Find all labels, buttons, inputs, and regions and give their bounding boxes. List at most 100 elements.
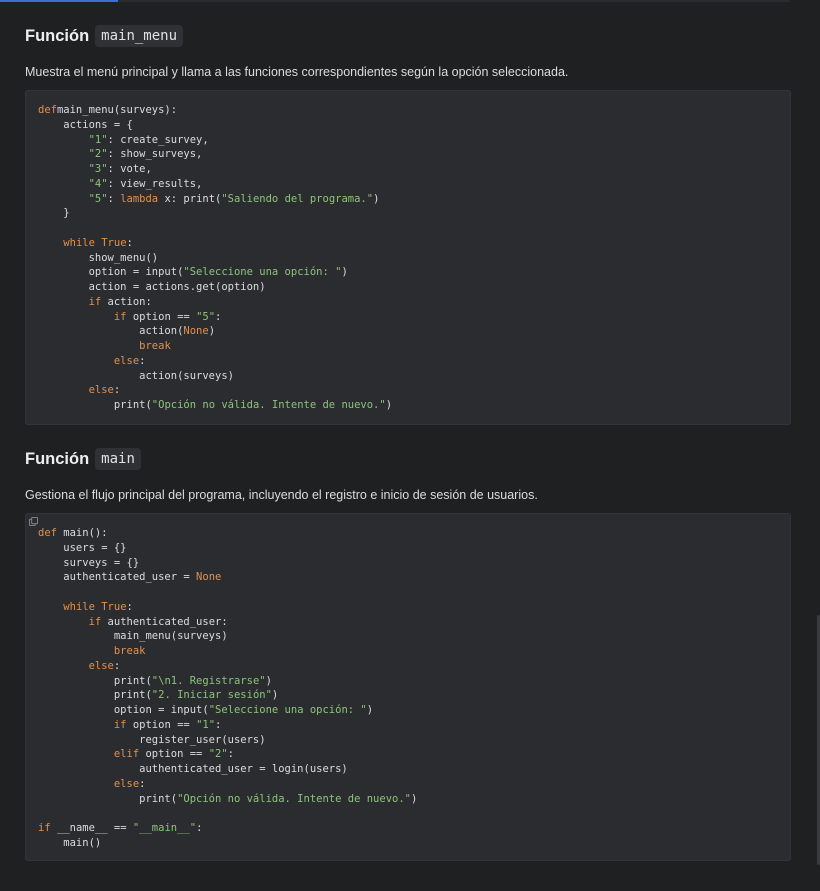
code-token: :	[196, 822, 203, 834]
code-token: register_user(users)	[38, 733, 266, 746]
code-token: "Seleccione una opción: "	[208, 704, 367, 716]
heading-word: Función	[25, 449, 90, 468]
code-token: )	[271, 689, 279, 702]
code-token: print(	[38, 674, 152, 687]
copy-icon[interactable]	[29, 517, 38, 526]
code-token: print(	[38, 792, 178, 805]
code-token: "4"	[88, 177, 108, 190]
code-token: "Seleccione una opción: "	[183, 266, 342, 279]
code-token: )	[385, 399, 393, 411]
code-line: authenticated_user = login(users)	[38, 763, 348, 775]
code-line: while True:	[38, 237, 133, 249]
heading-code: main	[95, 448, 141, 470]
code-line: if action:	[38, 296, 152, 308]
code-token: main()	[38, 836, 102, 849]
code-line: if authenticated_user:	[38, 616, 228, 628]
code-token: authenticated_user:	[101, 615, 228, 628]
code-token: surveys = {}	[38, 556, 140, 569]
code-token: if	[88, 295, 102, 308]
code-line: else:	[38, 777, 146, 790]
code-token: )	[373, 192, 380, 205]
section-description: Muestra el menú principal y llama a las …	[25, 65, 569, 79]
code-token: else	[88, 659, 114, 672]
code-block-main-menu[interactable]: defmain_menu(surveys): actions = { "1" : …	[25, 90, 791, 425]
section-main-menu: Función main_menu Muestra el menú princi…	[25, 24, 791, 79]
code-line: elif option == "2":	[38, 748, 234, 760]
code-line: option = input("Seleccione una opción: "…	[38, 266, 348, 278]
code-token: )	[341, 266, 348, 279]
code-line: main_menu(surveys)	[38, 630, 228, 642]
code-token: main():	[56, 527, 108, 539]
code-token: actions = {	[38, 118, 133, 131]
heading-word: Función	[25, 26, 90, 45]
code-token: print(	[38, 399, 152, 411]
code-token: :	[215, 718, 222, 731]
code-line: break	[38, 645, 146, 657]
code-token: )	[410, 792, 418, 805]
code-token: "1"	[196, 718, 216, 731]
code-line: if option == "1":	[38, 718, 222, 731]
code-token: :	[215, 310, 222, 323]
code-token: : view_results,	[107, 177, 203, 190]
code-line: register_user(users)	[38, 733, 266, 746]
code-token: print(	[38, 689, 152, 702]
code-line: print("Opción no válida. Intente de nuev…	[38, 399, 392, 411]
code-line: actions = {	[38, 119, 133, 131]
code-token: :	[113, 384, 121, 397]
code-line: if __name__ == "__main__":	[38, 822, 202, 834]
code-token: if	[113, 718, 127, 731]
code-token: :	[139, 777, 146, 790]
code-token: option = input(	[38, 704, 209, 716]
code-block-main[interactable]: def main(): users = {} surveys = {} auth…	[25, 513, 791, 861]
code-token: )	[208, 325, 216, 338]
code-token: if	[38, 822, 51, 834]
code-line: "4": view_results,	[38, 177, 203, 190]
code-token: elif	[113, 748, 140, 761]
code-token: : vote,	[107, 163, 152, 175]
code-content[interactable]: def main(): users = {} surveys = {} auth…	[26, 514, 790, 851]
code-token: "1"	[88, 133, 108, 146]
code-token: __name__ ==	[50, 822, 133, 834]
code-token: option ==	[139, 748, 209, 761]
code-token: else	[113, 777, 140, 790]
code-line: }	[38, 207, 69, 219]
code-token: action:	[101, 295, 152, 308]
code-token: "Opción no válida. Intente de nuevo."	[151, 399, 386, 411]
section-description: Gestiona el flujo principal del programa…	[25, 488, 538, 502]
code-line: action = actions.get(option)	[38, 281, 266, 293]
code-token: "3"	[88, 163, 108, 175]
code-token: "2"	[208, 748, 228, 761]
code-token: "\n1. Registrarse"	[151, 674, 266, 687]
code-token: authenticated_user = login(users)	[38, 763, 348, 775]
code-line: else:	[38, 354, 146, 367]
code-token: "__main__"	[132, 822, 197, 834]
code-content[interactable]: defmain_menu(surveys): actions = { "1" : …	[26, 91, 790, 413]
code-line: def main():	[38, 527, 108, 539]
code-line: "5": lambda x: print("Saliendo del progr…	[38, 192, 380, 205]
code-line: option = input("Seleccione una opción: "…	[38, 704, 373, 716]
code-token: while	[63, 236, 95, 249]
code-line: action(surveys)	[38, 370, 234, 382]
code-line: defmain_menu(surveys):	[38, 104, 177, 116]
code-line: action(None)	[38, 325, 215, 337]
code-line: print("Opción no válida. Intente de nuev…	[38, 793, 417, 805]
code-token: else	[113, 354, 140, 367]
code-line: print("2. Iniciar sesión")	[38, 689, 278, 701]
code-line: show_menu()	[38, 252, 159, 264]
top-progress-fill	[0, 0, 118, 2]
section-heading: Función main	[25, 447, 791, 471]
code-line: else:	[38, 384, 121, 397]
code-line: users = {}	[38, 542, 126, 554]
code-line: print("\n1. Registrarse")	[38, 675, 272, 687]
code-token: def	[38, 527, 57, 539]
